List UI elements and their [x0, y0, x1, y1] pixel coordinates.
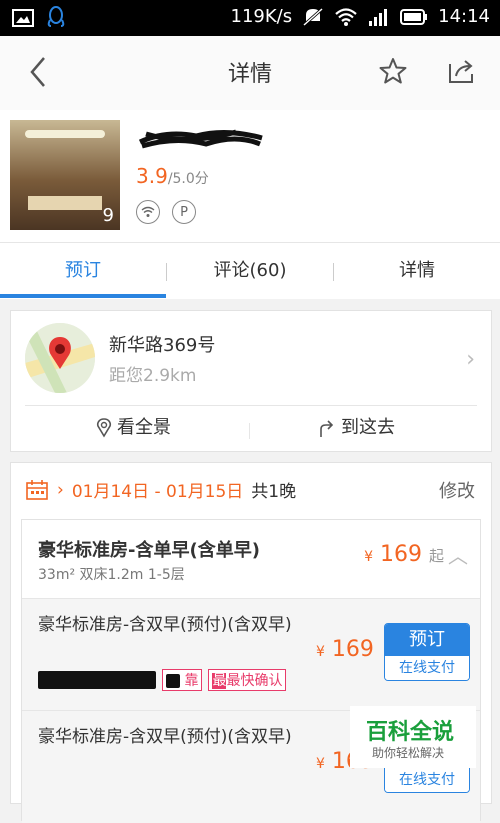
watermark-title: 百科全说 — [366, 720, 455, 745]
signal-icon — [369, 8, 388, 26]
panorama-label: 看全景 — [117, 417, 171, 438]
watermark-subtitle: 助你轻松解决 — [372, 746, 445, 760]
map-pin-icon — [25, 323, 95, 393]
mute-icon — [303, 7, 324, 26]
hotel-name-redacted — [138, 129, 263, 149]
offer-name: 豪华标准房-含双早(预付)(含双早) — [38, 615, 292, 635]
date-selector[interactable]: › 01月14日 - 01月15日 共1晚 — [25, 477, 296, 502]
image-notification-icon — [12, 9, 34, 27]
date-range: 01月14日 - 01月15日 — [71, 482, 244, 502]
modify-dates-button[interactable]: 修改 — [439, 477, 475, 503]
watermark-logo: 百科全说 助你轻松解决 — [350, 706, 476, 768]
location-pin-icon — [96, 418, 112, 438]
divider — [249, 423, 250, 439]
map-thumbnail[interactable] — [25, 323, 95, 393]
fast-confirm-tag: 最最快确认 — [208, 669, 287, 691]
redacted-text — [38, 671, 156, 689]
photo-count: 9 — [102, 205, 114, 226]
night-count: 共1晚 — [251, 482, 297, 502]
favorite-star-icon[interactable] — [378, 56, 408, 86]
rating-value: 3.9 — [136, 164, 168, 188]
wifi-icon — [136, 200, 160, 224]
offer-name: 豪华标准房-含双早(预付)(含双早) — [38, 727, 292, 747]
page-title: 详情 — [227, 62, 272, 87]
tab-reviews[interactable]: 评论(60) — [167, 243, 333, 299]
rating-suffix: /5.0分 — [167, 171, 209, 187]
location-card: 新华路369号 距您2.9km › 看全景 到这去 — [10, 310, 492, 452]
book-button[interactable]: 预订 在线支付 — [384, 623, 470, 681]
tab-bar: 预订 评论(60) 详情 — [0, 242, 500, 299]
tab-booking[interactable]: 预订 — [0, 243, 166, 299]
hotel-photo[interactable]: 9 — [10, 120, 120, 230]
room-type-meta: 33m² 双床1.2m 1-5层 — [38, 567, 185, 583]
network-speed: 119K/s — [230, 6, 293, 27]
amenities: P — [136, 200, 196, 224]
parking-icon: P — [172, 200, 196, 224]
tab-details[interactable]: 详情 — [334, 243, 500, 299]
navigate-arrow-icon — [320, 420, 334, 437]
battery-icon — [400, 8, 428, 25]
navigate-label: 到这去 — [341, 417, 395, 438]
offer-tags: 靠 最最快确认 — [38, 669, 287, 691]
app-header: 详情 — [0, 36, 500, 110]
chevron-up-icon[interactable]: ︿ — [448, 540, 468, 569]
room-type-price: ¥ 169 起 — [364, 542, 444, 567]
wifi-status-icon — [335, 7, 357, 26]
calendar-icon — [26, 479, 48, 500]
reliable-tag: 靠 — [162, 669, 203, 691]
hotel-rating: 3.9/5.0分 — [136, 164, 209, 188]
chevron-right-icon[interactable]: › — [466, 347, 475, 372]
panorama-button[interactable]: 看全景 — [95, 411, 171, 445]
chevron-right-icon: › — [57, 479, 64, 500]
room-type-group: 豪华标准房-含单早(含单早) 33m² 双床1.2m 1-5层 ¥ 169 起 … — [21, 519, 481, 823]
distance: 距您2.9km — [109, 366, 197, 386]
share-icon[interactable] — [446, 56, 476, 86]
offer-price: ¥ 169 — [316, 637, 374, 662]
clock: 14:14 — [438, 6, 490, 27]
qq-icon — [47, 6, 65, 27]
room-type-name: 豪华标准房-含单早(含单早) — [38, 540, 260, 561]
hotel-summary: 9 3.9/5.0分 P — [0, 110, 500, 242]
active-tab-indicator — [0, 294, 166, 298]
hotel-address: 新华路369号 — [109, 335, 216, 356]
status-bar: 119K/s 14:14 — [0, 0, 500, 36]
navigate-button[interactable]: 到这去 — [317, 411, 395, 445]
rate-offer: 豪华标准房-含双早(预付)(含双早) 靠 最最快确认 ¥ 169 预订 在线支付 — [22, 598, 480, 711]
divider — [25, 405, 477, 406]
